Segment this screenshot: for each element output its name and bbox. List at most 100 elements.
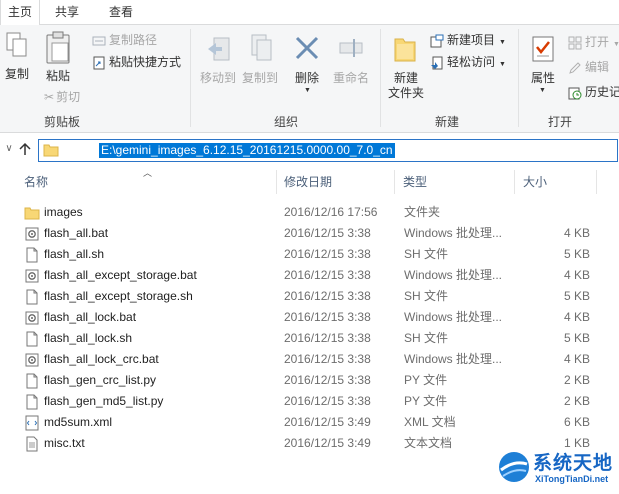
file-size: 4 KB	[563, 268, 590, 282]
file-date: 2016/12/15 3:38	[284, 226, 371, 240]
file-type: PY 文件	[404, 394, 448, 408]
column-header-date[interactable]: 修改日期	[284, 168, 394, 196]
new-folder-label-1: 新建	[393, 71, 418, 85]
file-row[interactable]: flash_all.sh 2016/12/15 3:38 SH 文件 5 KB	[0, 244, 619, 265]
paste-shortcut-label: 粘贴快捷方式	[109, 55, 182, 69]
chevron-down-icon: ▼	[499, 61, 506, 68]
file-name: flash_all.sh	[44, 247, 105, 261]
batch-file-icon	[25, 311, 39, 325]
column-header-name[interactable]: 名称	[24, 168, 274, 196]
column-header-size[interactable]: 大小	[523, 168, 593, 196]
file-row[interactable]: flash_all_lock.sh 2016/12/15 3:38 SH 文件 5 K…	[0, 328, 619, 349]
file-date: 2016/12/15 3:38	[284, 373, 371, 387]
tab-home[interactable]: 主页	[0, 0, 40, 25]
copy-path-icon	[92, 36, 106, 46]
file-date: 2016/12/15 3:38	[284, 289, 371, 303]
file-size: 6 KB	[563, 415, 590, 429]
open-button[interactable]: 打开 ▼	[568, 33, 619, 51]
move-to-label: 移动到	[199, 71, 236, 85]
file-size: 4 KB	[563, 310, 590, 324]
address-path-text[interactable]: E:\gemini_images_6.12.15_20161215.0000.0…	[99, 143, 395, 158]
watermark-title: 系统天地	[533, 453, 614, 474]
organize-group-label: 组织	[273, 115, 298, 129]
xml-file-icon	[25, 415, 39, 431]
file-row[interactable]: flash_all_lock_crc.bat 2016/12/15 3:38 Win…	[0, 349, 619, 370]
properties-button[interactable]: 属性 ▼	[524, 29, 562, 101]
file-name: flash_all_except_storage.bat	[44, 268, 197, 282]
column-header-type[interactable]: 类型	[403, 168, 513, 196]
move-to-button[interactable]: 移动到	[198, 29, 238, 93]
copy-label: 复制	[4, 67, 29, 81]
file-type: SH 文件	[404, 247, 449, 261]
column-header-row: ︿ 名称 修改日期 类型 大小	[0, 168, 619, 196]
file-size: 2 KB	[563, 394, 590, 408]
rename-button[interactable]: 重命名	[328, 29, 374, 93]
file-row[interactable]: flash_all_except_storage.sh 2016/12/15 3:…	[0, 286, 619, 307]
column-divider[interactable]	[394, 170, 395, 194]
file-type: Windows 批处理...	[404, 268, 503, 282]
file-type: XML 文档	[404, 415, 456, 429]
up-arrow-icon[interactable]	[18, 142, 32, 156]
folder-icon	[24, 207, 40, 220]
file-row[interactable]: images 2016/12/16 17:56 文件夹	[0, 202, 619, 223]
file-date: 2016/12/15 3:38	[284, 331, 371, 345]
clipboard-group: 复制 粘贴 复制路径 粘贴快捷方式 ✂ 剪切 剪贴板	[0, 25, 198, 132]
chevron-down-icon: ▼	[539, 87, 546, 94]
paste-button[interactable]: 粘贴	[40, 29, 76, 87]
file-row[interactable]: flash_all_except_storage.bat 2016/12/15 3…	[0, 265, 619, 286]
file-type: Windows 批处理...	[404, 226, 503, 240]
open-label: 打开	[585, 35, 610, 49]
chevron-down-icon: ▼	[613, 41, 619, 48]
edit-pencil-icon	[569, 62, 581, 74]
tab-view[interactable]: 查看	[100, 0, 142, 24]
file-row[interactable]: flash_all.bat 2016/12/15 3:38 Windows 批处理.…	[0, 223, 619, 244]
open-group: 属性 ▼ 打开 ▼ 编辑 历史记 打开	[520, 25, 619, 132]
file-type: Windows 批处理...	[404, 310, 503, 324]
file-type: SH 文件	[404, 289, 449, 303]
new-item-button[interactable]: 新建项目 ▼	[430, 31, 506, 49]
copy-button[interactable]: 复制	[2, 29, 32, 87]
paste-shortcut-button[interactable]: 粘贴快捷方式	[92, 53, 181, 71]
chevron-down-icon[interactable]: ∨	[2, 141, 16, 157]
delete-button[interactable]: 删除 ▼	[290, 29, 324, 94]
file-type: Windows 批处理...	[404, 352, 503, 366]
edit-button[interactable]: 编辑	[568, 58, 609, 76]
file-date: 2016/12/15 3:38	[284, 310, 371, 324]
column-divider[interactable]	[514, 170, 515, 194]
tab-share[interactable]: 共享	[46, 0, 88, 24]
paste-shortcut-icon	[93, 56, 105, 70]
file-name: flash_gen_crc_list.py	[44, 373, 157, 387]
new-folder-icon	[394, 38, 416, 62]
easy-access-button[interactable]: 轻松访问 ▼	[430, 53, 506, 71]
new-folder-label-2: 文件夹	[387, 86, 424, 100]
file-icon	[26, 289, 38, 305]
file-date: 2016/12/15 3:49	[284, 415, 371, 429]
file-date: 2016/12/15 3:38	[284, 352, 371, 366]
file-row[interactable]: flash_gen_crc_list.py 2016/12/15 3:38 PY 文…	[0, 370, 619, 391]
ribbon-tab-strip: 主页 共享 查看	[0, 0, 619, 25]
new-folder-button[interactable]: 新建 文件夹	[384, 29, 428, 101]
batch-file-icon	[25, 269, 39, 283]
file-row[interactable]: md5sum.xml 2016/12/15 3:49 XML 文档 6 KB	[0, 412, 619, 433]
file-size	[520, 202, 590, 223]
organize-group: 移动到 复制到 删除 ▼ 重命名 组织	[192, 25, 380, 132]
file-row[interactable]: flash_gen_md5_list.py 2016/12/15 3:38 PY 文…	[0, 391, 619, 412]
column-divider[interactable]	[596, 170, 597, 194]
copy-path-label: 复制路径	[109, 33, 158, 47]
address-bar[interactable]: E:\gemini_images_6.12.15_20161215.0000.0…	[38, 139, 618, 162]
copy-path-button[interactable]: 复制路径	[92, 31, 157, 49]
open-group-label: 打开	[547, 115, 572, 129]
batch-file-icon	[25, 353, 39, 367]
history-button[interactable]: 历史记	[568, 83, 619, 101]
copy-to-button[interactable]: 复制到	[240, 29, 280, 93]
column-divider[interactable]	[276, 170, 277, 194]
address-row: ∨ E:\gemini_images_6.12.15_20161215.0000…	[0, 133, 619, 166]
file-date: 2016/12/15 3:38	[284, 394, 371, 408]
properties-icon	[532, 36, 554, 62]
cut-button[interactable]: ✂ 剪切	[44, 88, 80, 106]
ribbon-divider	[190, 29, 191, 127]
chevron-down-icon: ▼	[304, 87, 311, 94]
file-row[interactable]: flash_all_lock.bat 2016/12/15 3:38 Windows…	[0, 307, 619, 328]
watermark-url: XiTongTianDi.net	[535, 474, 609, 484]
history-label: 历史记	[585, 85, 619, 99]
